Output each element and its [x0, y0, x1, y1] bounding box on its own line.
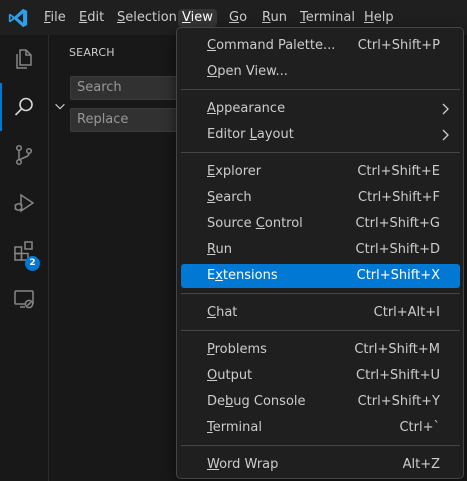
chevron-right-icon: [442, 103, 449, 115]
activity-run-debug[interactable]: [0, 179, 48, 227]
chevron-down-icon[interactable]: [53, 99, 67, 113]
files-icon: [16, 49, 32, 69]
view-menu-dropdown: Command Palette... Ctrl+Shift+P Open Vie…: [176, 27, 464, 479]
shortcut-label: Ctrl+Shift+X: [356, 268, 440, 283]
menu-item-extensions[interactable]: Extensions Ctrl+Shift+X: [181, 264, 460, 288]
menu-separator: [181, 89, 460, 90]
menu-file[interactable]: File: [44, 9, 66, 27]
menu-item-explorer[interactable]: Explorer Ctrl+Shift+E: [181, 160, 460, 184]
extensions-count-badge: 2: [25, 256, 40, 271]
chevron-right-icon: [442, 129, 449, 141]
menu-item-problems[interactable]: Problems Ctrl+Shift+M: [181, 338, 460, 362]
menu-item-command-palette[interactable]: Command Palette... Ctrl+Shift+P: [181, 34, 460, 58]
menu-item-open-view[interactable]: Open View...: [181, 60, 460, 84]
menu-item-chat[interactable]: Chat Ctrl+Alt+I: [181, 301, 460, 325]
menu-item-source-control[interactable]: Source Control Ctrl+Shift+G: [181, 212, 460, 236]
shortcut-label: Ctrl+Shift+M: [354, 342, 440, 357]
menu-help[interactable]: Help: [364, 9, 394, 27]
menu-separator: [181, 152, 460, 153]
menu-run[interactable]: Run: [262, 9, 287, 27]
shortcut-label: Ctrl+Shift+E: [357, 164, 440, 179]
menu-item-terminal[interactable]: Terminal Ctrl+`: [181, 416, 460, 440]
shortcut-label: Ctrl+Shift+D: [355, 242, 440, 257]
menu-item-appearance[interactable]: Appearance: [181, 97, 460, 121]
run-debug-icon: [14, 193, 35, 213]
menu-selection[interactable]: Selection: [117, 9, 177, 27]
menu-separator: [181, 293, 460, 294]
remote-explorer-icon: [14, 290, 34, 309]
source-control-icon: [15, 144, 33, 166]
activity-remote-explorer[interactable]: [0, 275, 48, 323]
menu-edit[interactable]: Edit: [79, 9, 104, 27]
menu-item-word-wrap[interactable]: Word Wrap Alt+Z: [181, 453, 460, 477]
menu-separator: [181, 445, 460, 446]
menu-view[interactable]: View: [178, 9, 217, 27]
menu-separator: [181, 330, 460, 331]
shortcut-label: Ctrl+Shift+P: [357, 38, 440, 53]
shortcut-label: Ctrl+`: [399, 420, 440, 435]
menu-item-search[interactable]: Search Ctrl+Shift+F: [181, 186, 460, 210]
activity-bar: 2: [0, 35, 48, 481]
menu-item-run[interactable]: Run Ctrl+Shift+D: [181, 238, 460, 262]
menu-item-output[interactable]: Output Ctrl+Shift+U: [181, 364, 460, 388]
shortcut-label: Ctrl+Shift+F: [358, 190, 440, 205]
sidebar-title: SEARCH: [69, 46, 115, 59]
vscode-logo-icon[interactable]: [7, 7, 29, 29]
menu-terminal[interactable]: Terminal: [300, 9, 355, 27]
shortcut-label: Ctrl+Shift+G: [355, 216, 440, 231]
shortcut-label: Alt+Z: [402, 457, 440, 472]
shortcut-label: Ctrl+Shift+U: [356, 368, 440, 383]
menu-go[interactable]: Go: [229, 9, 247, 27]
activity-search[interactable]: [0, 83, 48, 131]
activity-extensions[interactable]: 2: [0, 227, 48, 275]
activity-source-control[interactable]: [0, 131, 48, 179]
shortcut-label: Ctrl+Shift+Y: [357, 394, 440, 409]
menu-item-debug-console[interactable]: Debug Console Ctrl+Shift+Y: [181, 390, 460, 414]
activity-explorer[interactable]: [0, 35, 48, 83]
search-icon: [14, 97, 33, 116]
shortcut-label: Ctrl+Alt+I: [373, 305, 440, 320]
menu-item-editor-layout[interactable]: Editor Layout: [181, 123, 460, 147]
